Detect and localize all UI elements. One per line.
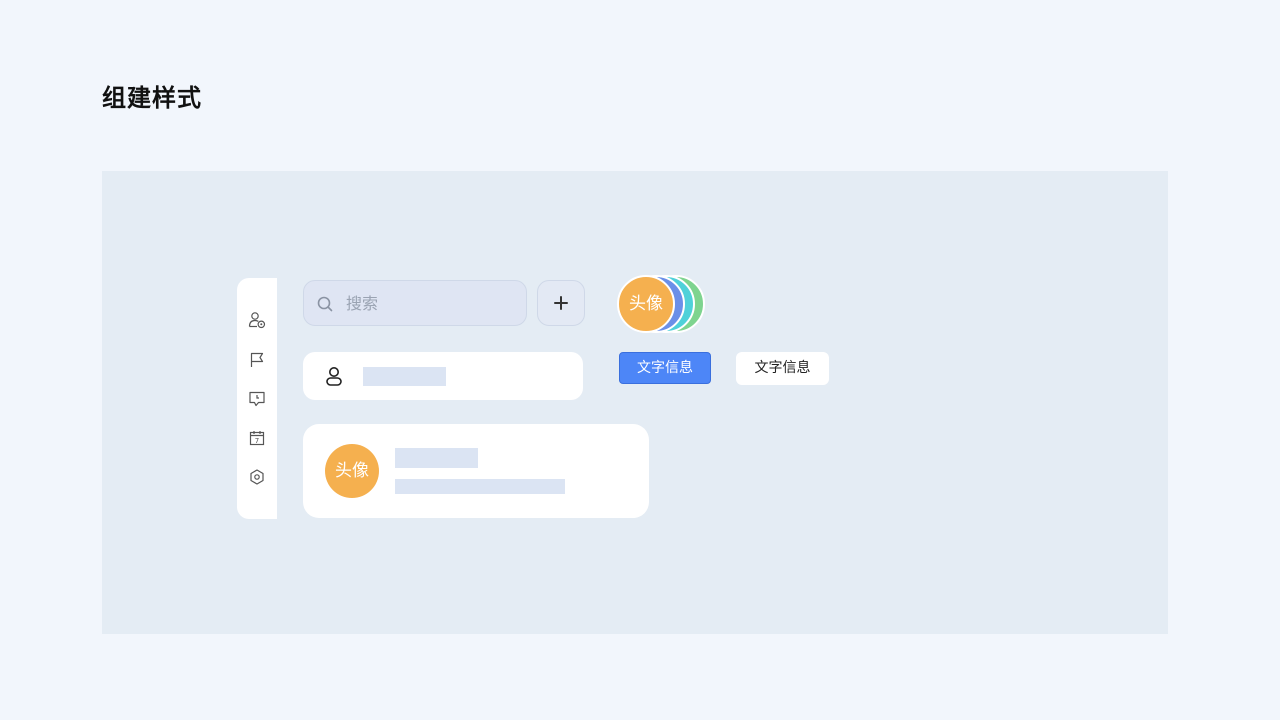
page-title: 组建样式 <box>102 84 202 112</box>
user-list-item[interactable] <box>303 352 583 400</box>
calendar-icon[interactable]: 7 <box>248 429 266 447</box>
flag-icon[interactable] <box>248 351 266 369</box>
user-settings-icon[interactable] <box>248 311 266 329</box>
search-box <box>303 280 527 326</box>
add-button[interactable] <box>537 280 585 326</box>
calendar-day-text: 7 <box>255 437 259 445</box>
avatar: 头像 <box>325 444 379 498</box>
search-input[interactable] <box>346 292 516 314</box>
stack-avatar-front: 头像 <box>617 275 675 333</box>
user-name-placeholder <box>363 367 446 386</box>
hexagon-settings-icon[interactable] <box>248 468 266 486</box>
card-subtitle-placeholder <box>395 479 565 494</box>
sidebar: 7 <box>237 278 277 519</box>
user-icon <box>326 367 342 386</box>
card-title-placeholder <box>395 448 478 468</box>
plus-icon <box>554 296 568 310</box>
component-panel: 7 头像 头像 <box>102 171 1168 634</box>
search-icon <box>317 296 333 312</box>
tag-default-button[interactable]: 文字信息 <box>736 352 829 385</box>
contact-card[interactable]: 头像 <box>303 424 649 518</box>
avatar-stack: 头像 <box>617 275 709 333</box>
tag-primary-button[interactable]: 文字信息 <box>619 352 711 384</box>
message-clock-icon[interactable] <box>248 390 266 408</box>
